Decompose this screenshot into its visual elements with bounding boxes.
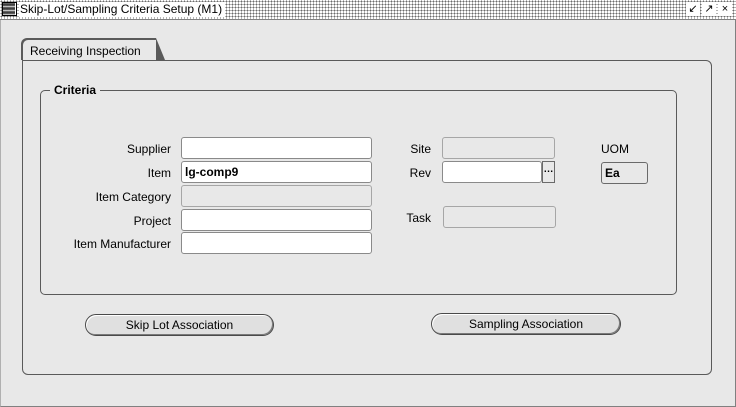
criteria-title: Criteria bbox=[50, 83, 101, 97]
maximize-icon[interactable]: ↗ bbox=[702, 2, 716, 16]
task-label: Task bbox=[406, 211, 431, 225]
item-manufacturer-field[interactable] bbox=[181, 232, 372, 254]
site-label: Site bbox=[410, 142, 431, 156]
item-field[interactable]: lg-comp9 bbox=[181, 161, 372, 183]
rev-label: Rev bbox=[409, 166, 431, 180]
item-manufacturer-label: Item Manufacturer bbox=[73, 237, 171, 251]
rev-field[interactable] bbox=[442, 161, 542, 183]
uom-label: UOM bbox=[601, 142, 629, 156]
project-label: Project bbox=[133, 214, 171, 228]
sampling-association-button[interactable]: Sampling Association bbox=[431, 313, 621, 335]
item-label: Item bbox=[147, 166, 171, 180]
supplier-label: Supplier bbox=[126, 142, 171, 156]
tab-label: Receiving Inspection bbox=[23, 40, 156, 60]
skip-lot-association-button[interactable]: Skip Lot Association bbox=[85, 314, 274, 336]
site-field[interactable] bbox=[442, 137, 555, 159]
project-field[interactable] bbox=[181, 209, 372, 231]
minimize-icon[interactable]: ↙ bbox=[686, 2, 700, 16]
supplier-field[interactable] bbox=[181, 137, 372, 159]
item-category-field[interactable] bbox=[181, 185, 372, 207]
task-field[interactable] bbox=[443, 206, 556, 228]
item-category-label: Item Category bbox=[95, 190, 171, 204]
window-titlebar[interactable]: ▦▦▦▦ ▦▦▦▦ ▦▦▦▦ Skip-Lot/Sampling Criteria … bbox=[0, 0, 736, 20]
rev-lov-button[interactable]: … bbox=[542, 161, 555, 183]
uom-field[interactable]: Ea bbox=[601, 162, 648, 184]
window-title: Skip-Lot/Sampling Criteria Setup (M1) bbox=[19, 2, 226, 17]
app-icon: ▦▦▦▦ ▦▦▦▦ ▦▦▦▦ bbox=[2, 2, 17, 16]
tab-receiving-inspection[interactable]: Receiving Inspection bbox=[21, 38, 165, 60]
close-icon[interactable]: × bbox=[718, 2, 732, 16]
